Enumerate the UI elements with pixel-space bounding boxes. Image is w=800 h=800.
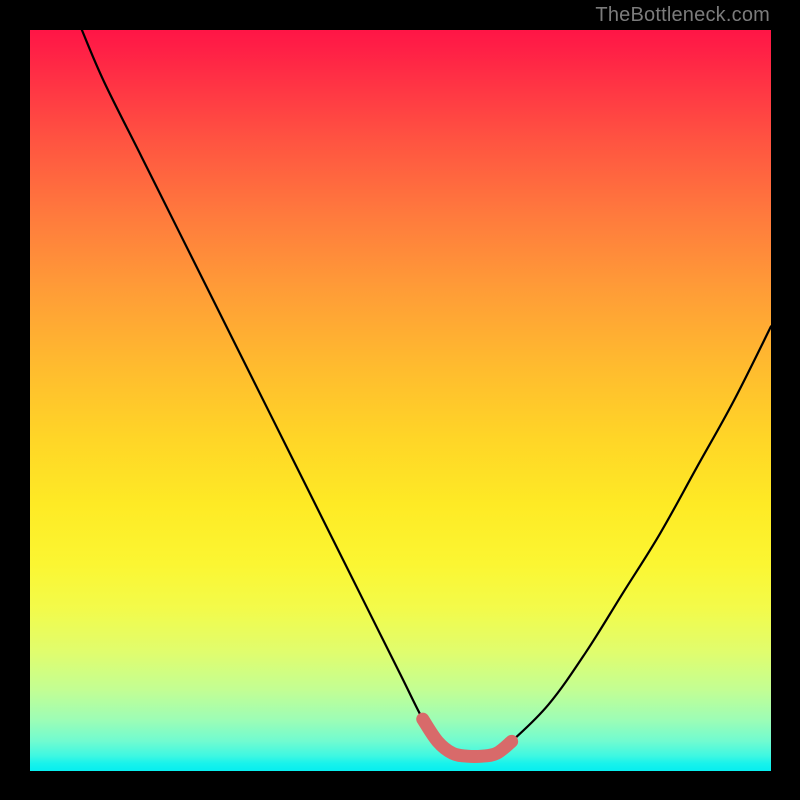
sweet-spot-marker xyxy=(423,719,512,756)
plot-area xyxy=(30,30,771,771)
chart-container: TheBottleneck.com xyxy=(0,0,800,800)
curve-svg xyxy=(30,30,771,771)
bottleneck-curve xyxy=(82,30,771,757)
watermark-text: TheBottleneck.com xyxy=(595,4,770,27)
